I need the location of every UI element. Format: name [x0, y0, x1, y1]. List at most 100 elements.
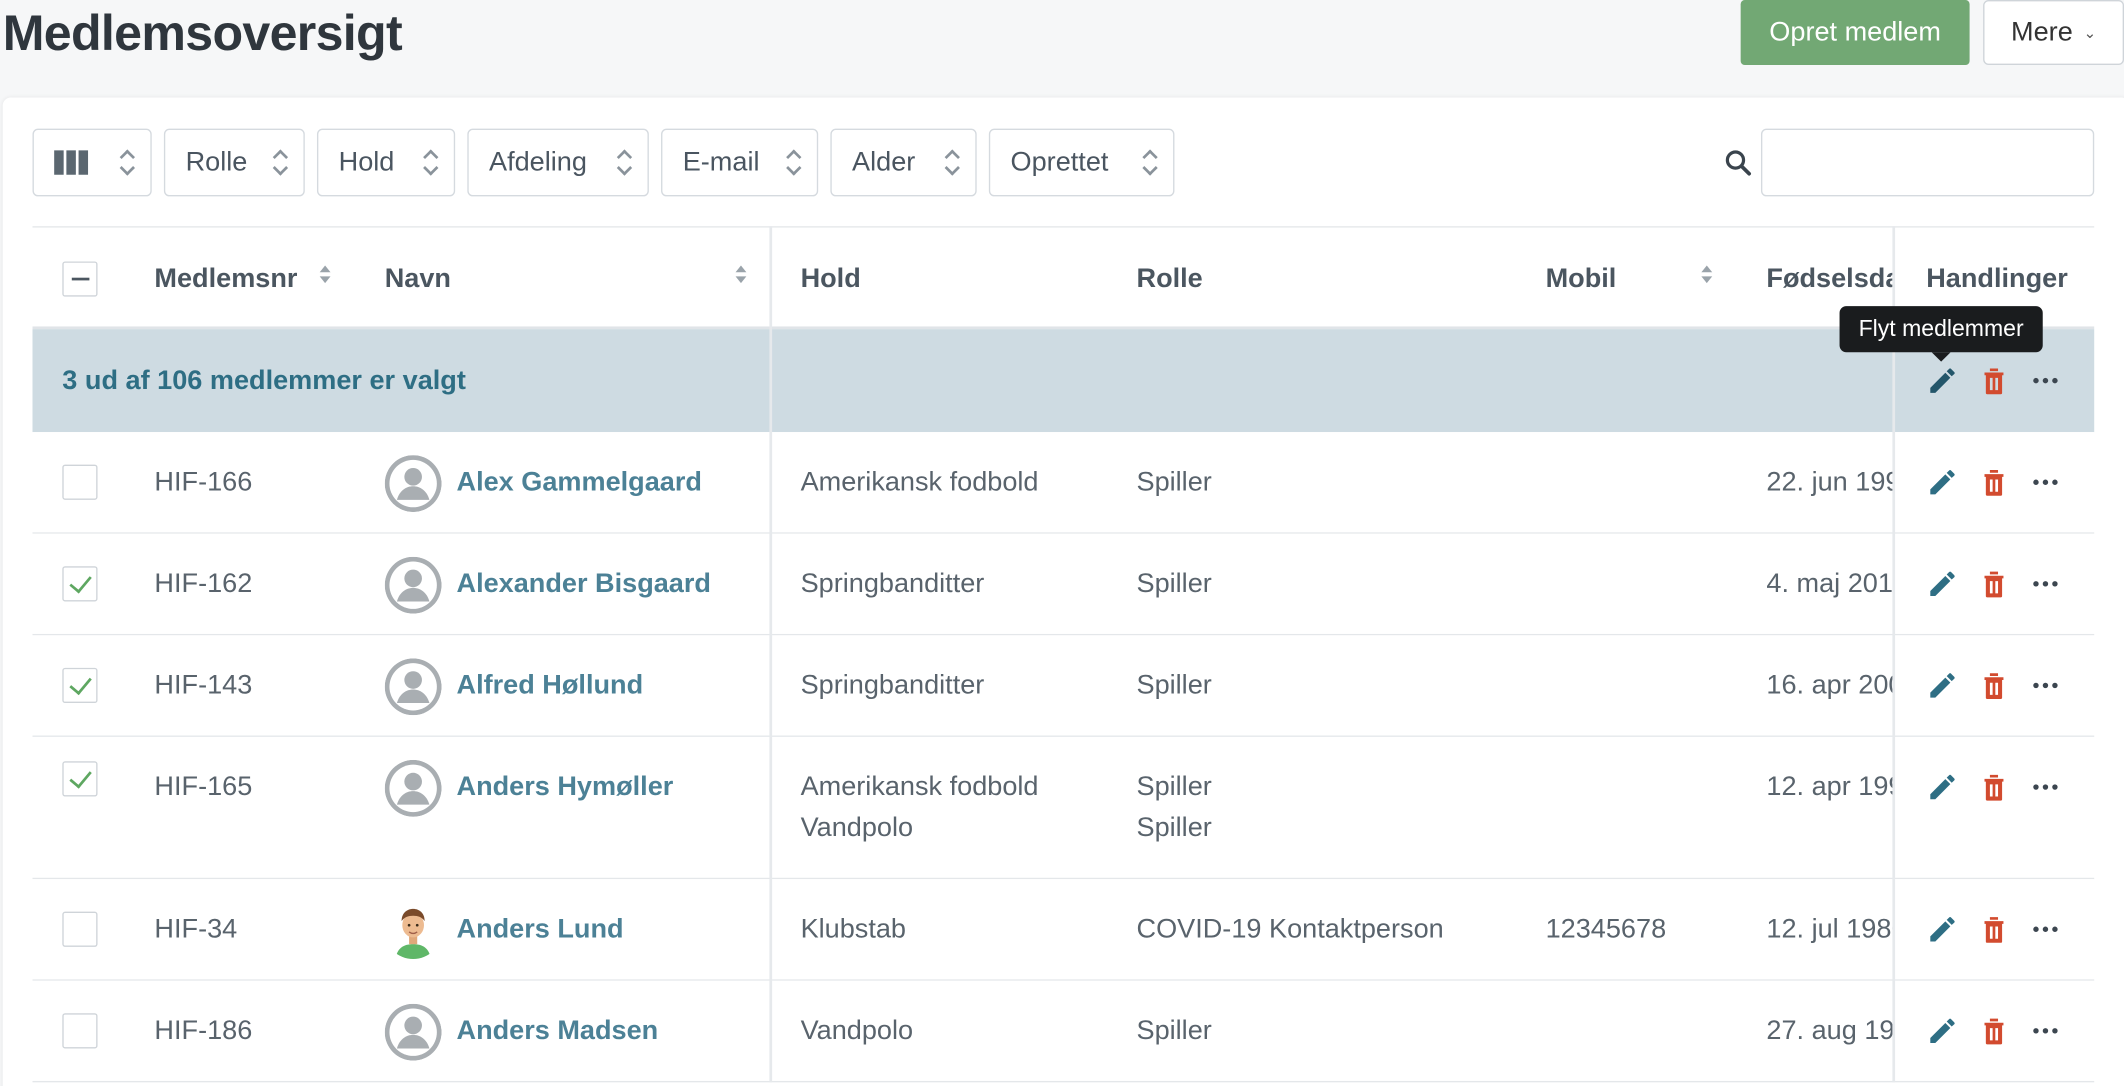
- chevron-updown-icon: [121, 148, 135, 178]
- filter-rolle[interactable]: Rolle: [163, 128, 305, 197]
- role-name: Spiller: [1136, 772, 1212, 802]
- chevron-updown-icon: [1143, 148, 1157, 178]
- col-header-mobile[interactable]: Mobil: [1546, 264, 1617, 295]
- page-title: Medlemsoversigt: [2, 5, 403, 61]
- column-divider: [769, 226, 773, 1083]
- row-checkbox[interactable]: [62, 761, 98, 797]
- edit-pencil-icon[interactable]: [1926, 1015, 1959, 1048]
- col-header-name[interactable]: Navn: [385, 264, 451, 295]
- member-name-link[interactable]: Alex Gammelgaard: [457, 462, 702, 503]
- sort-icon[interactable]: [318, 265, 332, 288]
- filter-email[interactable]: E-mail: [661, 128, 819, 197]
- role-name: Spiller: [1136, 568, 1212, 599]
- sort-icon[interactable]: [1700, 265, 1714, 288]
- filter-label: Hold: [338, 146, 395, 177]
- row-checkbox[interactable]: [62, 566, 98, 602]
- mobile-number: 12345678: [1545, 914, 1667, 945]
- more-dots-icon[interactable]: [2029, 1015, 2062, 1048]
- avatar: [384, 556, 442, 614]
- member-number: HIF-162: [154, 568, 253, 599]
- chevron-updown-icon: [618, 148, 632, 178]
- role-name: Spiller: [1136, 812, 1212, 843]
- trash-icon[interactable]: [1978, 568, 2011, 601]
- filter-oprettet[interactable]: Oprettet: [988, 128, 1175, 197]
- role-name: COVID-19 Kontaktperson: [1136, 914, 1444, 945]
- column-divider: [1892, 226, 1896, 1083]
- edit-pencil-icon[interactable]: [1926, 568, 1959, 601]
- edit-pencil-icon[interactable]: [1926, 669, 1959, 702]
- edit-pencil-icon[interactable]: [1926, 771, 1959, 804]
- member-number: HIF-186: [154, 1015, 253, 1046]
- select-all-checkbox[interactable]: [62, 261, 98, 297]
- trash-icon[interactable]: [1978, 913, 2011, 946]
- create-member-button[interactable]: Opret medlem: [1740, 0, 1970, 66]
- selection-bar: 3 ud af 106 medlemmer er valgt: [32, 329, 2095, 433]
- more-button[interactable]: Mere ⌄: [1983, 0, 2124, 66]
- member-name-link[interactable]: Alexander Bisgaard: [457, 564, 711, 605]
- filter-hold[interactable]: Hold: [316, 128, 456, 197]
- more-dots-icon[interactable]: [2029, 771, 2062, 804]
- member-name-link[interactable]: Anders Hymøller: [457, 767, 674, 808]
- edit-pencil-icon[interactable]: [1926, 913, 1959, 946]
- col-header-member-no[interactable]: Medlemsnr: [154, 264, 297, 295]
- sort-icon[interactable]: [734, 265, 748, 288]
- team-name: Vandpolo: [800, 812, 914, 843]
- edit-pencil-icon[interactable]: [1926, 364, 1959, 397]
- edit-pencil-icon[interactable]: [1926, 466, 1959, 499]
- member-name-link[interactable]: Anders Lund: [457, 909, 624, 950]
- table-row[interactable]: HIF-165 Anders Hymøller Amerikansk fodbold…: [32, 736, 2095, 880]
- trash-icon[interactable]: [1978, 466, 2011, 499]
- role-name: Spiller: [1136, 670, 1212, 701]
- filter-label: E-mail: [682, 146, 760, 177]
- chevron-down-icon: ⌄: [2083, 25, 2097, 42]
- table-row[interactable]: HIF-143 Alfred Høllund Springbanditter Spil…: [32, 635, 2095, 737]
- more-dots-icon[interactable]: [2029, 568, 2062, 601]
- birthday: 12. jul 1980: [1766, 914, 1894, 945]
- table-row[interactable]: HIF-166 Alex Gammelgaard Amerikansk fodbol…: [32, 432, 2095, 534]
- more-label: Mere: [2011, 16, 2073, 47]
- search-input[interactable]: [1760, 128, 2095, 197]
- col-header-role: Rolle: [1136, 264, 1203, 294]
- columns-toggle-button[interactable]: [32, 128, 152, 197]
- trash-icon[interactable]: [1978, 771, 2011, 804]
- member-number: HIF-34: [154, 914, 238, 945]
- chevron-updown-icon: [424, 148, 438, 178]
- member-name-link[interactable]: Alfred Høllund: [457, 665, 644, 706]
- team-name: Amerikansk fodbold: [800, 772, 1039, 802]
- avatar: [384, 1003, 442, 1061]
- table-row[interactable]: HIF-34 Anders Lund Klubstab COVID-19 Kontak…: [32, 879, 2095, 981]
- table-row[interactable]: HIF-162 Alexander Bisgaard Springbanditter…: [32, 533, 2095, 636]
- more-dots-icon[interactable]: [2029, 364, 2062, 397]
- row-checkbox[interactable]: [62, 667, 98, 704]
- row-checkbox[interactable]: [62, 464, 98, 500]
- table-header: Medlemsnr Navn Hold Rolle Mobil Fødselsd…: [32, 226, 2095, 330]
- more-dots-icon[interactable]: [2029, 669, 2062, 702]
- birthday: 22. jun 1990: [1766, 467, 1893, 498]
- trash-icon[interactable]: [1978, 364, 2011, 397]
- avatar: [384, 902, 442, 960]
- columns-icon: [54, 150, 89, 175]
- row-checkbox[interactable]: [62, 1013, 98, 1049]
- trash-icon[interactable]: [1978, 1015, 2011, 1048]
- filter-alder[interactable]: Alder: [830, 128, 977, 197]
- chevron-updown-icon: [274, 148, 288, 178]
- team-name: Amerikansk fodbold: [800, 467, 1039, 498]
- row-checkbox[interactable]: [62, 911, 98, 947]
- role-name: Spiller: [1136, 1015, 1212, 1046]
- more-dots-icon[interactable]: [2029, 913, 2062, 946]
- member-name-link[interactable]: Anders Madsen: [457, 1011, 659, 1052]
- filter-label: Afdeling: [489, 146, 587, 177]
- filter-afdeling[interactable]: Afdeling: [467, 128, 649, 197]
- col-header-birthday[interactable]: Fødselsdag: [1766, 264, 1892, 295]
- trash-icon[interactable]: [1978, 669, 2011, 702]
- search-icon: [1725, 150, 1751, 176]
- avatar: [384, 455, 442, 513]
- table-row[interactable]: HIF-186 Anders Madsen Vandpolo Spiller 27. a…: [32, 980, 2095, 1083]
- team-name: Springbanditter: [800, 568, 985, 599]
- team-name: Klubstab: [800, 914, 907, 945]
- selection-count-text: 3 ud af 106 medlemmer er valgt: [62, 365, 466, 396]
- more-dots-icon[interactable]: [2029, 466, 2062, 499]
- birthday: 27. aug 1990: [1766, 1015, 1894, 1046]
- role-name: Spiller: [1136, 467, 1212, 498]
- member-number: HIF-166: [154, 467, 253, 498]
